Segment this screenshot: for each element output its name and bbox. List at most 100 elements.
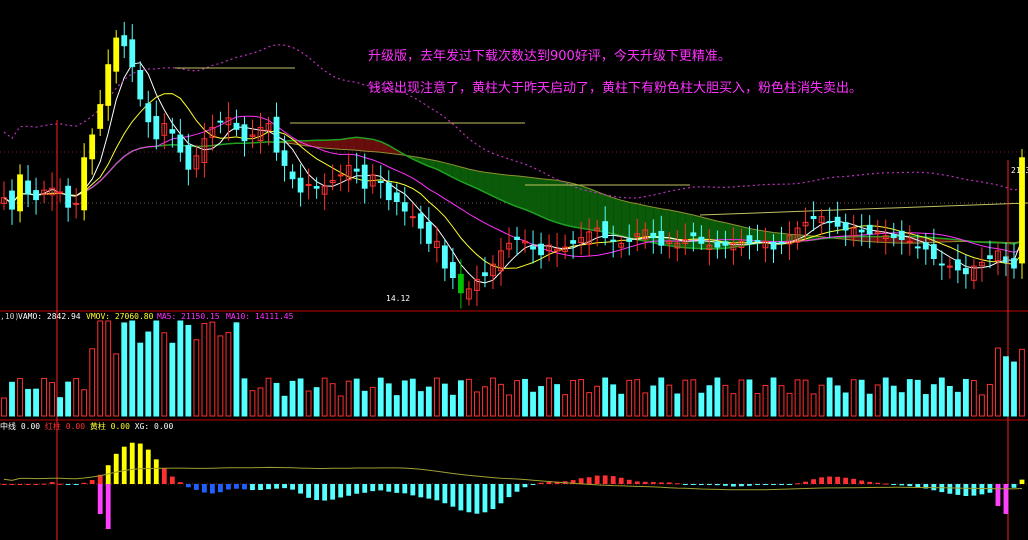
volume-bar <box>65 381 72 417</box>
indicator-panel[interactable] <box>0 442 1028 529</box>
volume-bar <box>329 383 336 417</box>
indicator-bar <box>618 477 624 484</box>
volume-bar <box>57 397 64 417</box>
candle <box>514 236 520 240</box>
volume-bar <box>457 380 464 417</box>
volume-bar <box>265 377 272 417</box>
indicator-bar <box>891 484 897 485</box>
volume-bar <box>802 379 809 417</box>
indicator-bar <box>610 476 616 484</box>
indicator-bar <box>73 484 79 485</box>
candle <box>914 246 921 249</box>
ma-cloud-segment <box>573 183 582 229</box>
volume-bar <box>474 391 480 417</box>
volume-bar <box>217 335 224 417</box>
volume-bar <box>249 390 256 417</box>
volume-bar <box>433 377 440 417</box>
indicator-bar <box>218 484 223 493</box>
volume-panel[interactable] <box>1 320 1025 417</box>
volume-bar <box>946 385 953 417</box>
volume-bar <box>738 379 745 417</box>
volume-bar <box>281 395 288 417</box>
volume-bar <box>1019 348 1025 417</box>
indicator-bar <box>410 484 416 496</box>
indicator-bar <box>522 484 528 488</box>
candle <box>722 241 729 246</box>
indicator-bar <box>442 484 448 504</box>
ma-cloud-segment <box>589 188 598 231</box>
volume-bar <box>417 391 424 417</box>
indicator-bar <box>354 484 360 494</box>
indicator-bar <box>121 446 127 484</box>
yz-value: 0.00 <box>110 422 130 431</box>
buy-signal-bar <box>105 484 111 529</box>
volume-bar <box>113 353 120 417</box>
candle <box>842 222 849 231</box>
volume-bar <box>233 322 240 417</box>
volume-bar <box>490 377 496 417</box>
ma-cloud-segment <box>781 233 790 242</box>
indicator-bar <box>274 484 279 489</box>
volume-bar <box>786 392 793 417</box>
volume-bar <box>714 377 721 417</box>
volume-bar <box>353 378 360 417</box>
buy-signal-bar <box>97 484 103 514</box>
candle <box>401 202 408 212</box>
volume-bar <box>361 390 368 417</box>
candle <box>33 190 39 201</box>
candle <box>425 221 432 244</box>
candle <box>538 243 544 256</box>
volume-bar <box>17 378 23 417</box>
volume-bar <box>850 379 857 417</box>
candle <box>297 177 304 193</box>
volume-bar <box>105 320 112 417</box>
indicator-bar <box>658 482 664 484</box>
vol-header-left: ,10) <box>0 312 20 321</box>
candle <box>129 39 136 68</box>
candle <box>866 224 873 235</box>
candle <box>1011 258 1017 269</box>
volume-bar <box>425 386 432 417</box>
indicator-bar <box>706 484 712 485</box>
candle <box>313 186 320 189</box>
volume-bar <box>626 379 633 417</box>
volume-bar <box>33 388 39 417</box>
volume-bar <box>321 377 328 417</box>
volume-bar <box>449 394 456 417</box>
volume-bar <box>842 392 849 417</box>
indicator-bar <box>17 484 23 485</box>
indicator-bar <box>843 477 849 484</box>
indicator-bar <box>89 480 95 484</box>
ma-cloud-segment <box>508 175 518 207</box>
ma5-label: MA5: 21150.15 <box>157 312 220 321</box>
buy-signal-bar <box>995 484 1001 506</box>
indicator-bar <box>971 484 977 496</box>
candle <box>409 216 416 219</box>
volume-bar <box>482 386 488 417</box>
indicator-bar <box>803 481 808 484</box>
indicator-bar <box>226 484 231 490</box>
volume-bar <box>201 322 208 417</box>
candle <box>938 263 945 266</box>
volume-bar <box>401 380 408 417</box>
low-price-label: 14.12 <box>386 294 411 303</box>
ma-cloud-segment <box>492 173 501 200</box>
indicator-bar <box>346 484 352 496</box>
volume-bar <box>297 378 304 417</box>
ma-cloud-segment <box>549 179 558 223</box>
candle <box>810 216 817 220</box>
indicator-bar <box>474 484 480 514</box>
indicator-bar <box>811 479 816 484</box>
indicator-bar <box>185 484 191 488</box>
candle <box>177 134 184 153</box>
candle <box>441 245 448 269</box>
volume-bar <box>289 380 296 417</box>
candle <box>826 221 833 224</box>
indicator-bar <box>370 484 376 492</box>
indicator-bar <box>113 453 119 484</box>
indicator-bar <box>731 484 736 487</box>
candle <box>417 213 424 229</box>
volume-bar <box>987 383 993 417</box>
volume-bar <box>441 383 448 417</box>
ma-cloud-segment <box>613 197 622 236</box>
